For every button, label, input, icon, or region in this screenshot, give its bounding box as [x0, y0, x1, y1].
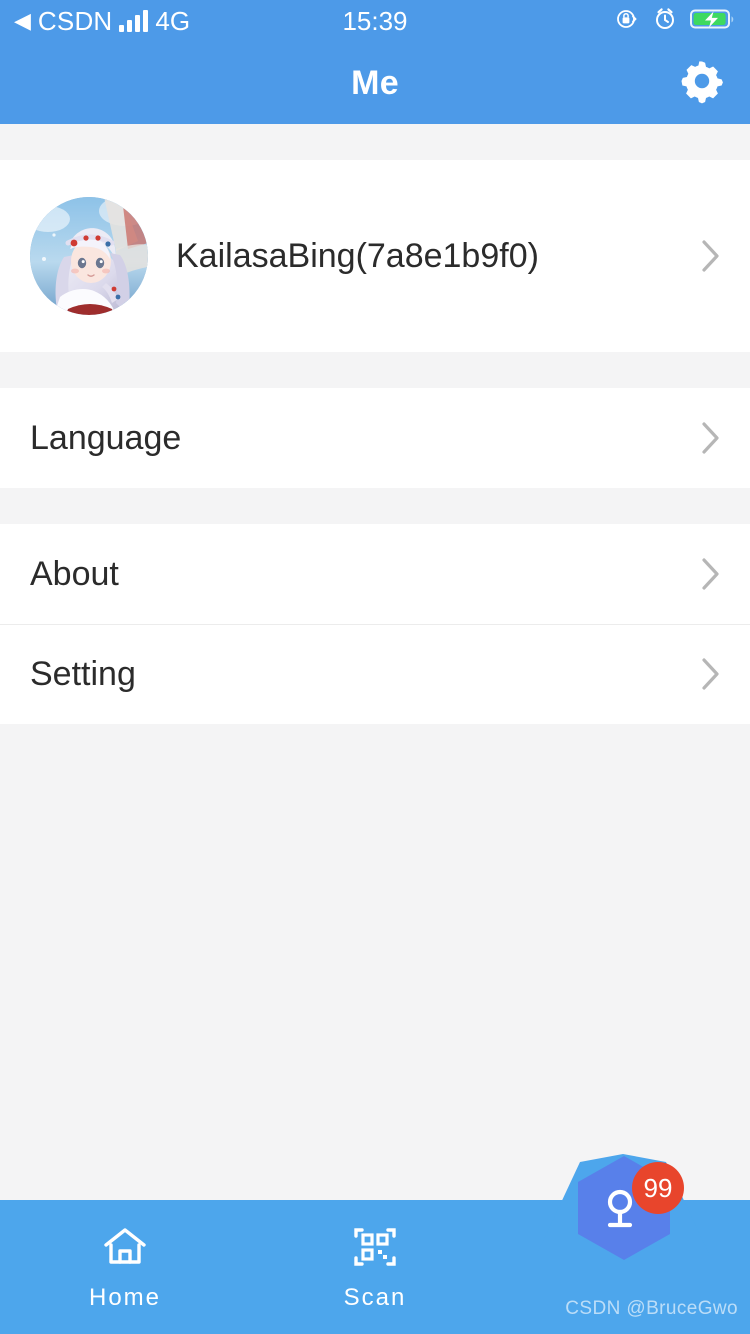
- status-bar: ◀ CSDN 4G 15:39: [0, 0, 750, 42]
- chevron-right-icon: [700, 420, 722, 456]
- tab-label: Scan: [343, 1284, 407, 1311]
- menu-item-label: Language: [30, 418, 182, 457]
- page-title: Me: [351, 63, 399, 102]
- qr-scan-icon: [350, 1222, 400, 1272]
- gear-icon: [679, 58, 725, 109]
- menu-item-language[interactable]: Language: [0, 388, 750, 488]
- battery-charging-icon: [690, 6, 736, 37]
- watermark-text: CSDN @BruceGwo: [565, 1298, 738, 1319]
- tab-label: Home: [88, 1284, 162, 1311]
- menu-group-2: About Setting: [0, 524, 750, 724]
- navigation-bar: Me: [0, 42, 750, 124]
- status-bar-left: ◀ CSDN 4G: [14, 6, 190, 37]
- chevron-right-icon: [700, 238, 722, 274]
- section-gap-2: [0, 488, 750, 524]
- carrier-label: CSDN: [37, 5, 113, 36]
- user-avatar-anime: [30, 197, 148, 315]
- phone-screen: ◀ CSDN 4G 15:39 Me KailasaBing(7a8e1b9f0…: [0, 0, 750, 1334]
- status-bar-right: [614, 6, 736, 37]
- tab-items: Home Scan: [0, 1200, 500, 1334]
- back-arrow-icon[interactable]: ◀: [14, 10, 31, 32]
- settings-button[interactable]: [676, 57, 728, 109]
- menu-item-label: About: [30, 554, 119, 593]
- tab-home[interactable]: Home: [0, 1200, 250, 1334]
- menu-group-1: Language: [0, 388, 750, 488]
- section-gap-1: [0, 352, 750, 388]
- content-area: KailasaBing(7a8e1b9f0) Language About Se…: [0, 124, 750, 1200]
- section-gap-top: [0, 124, 750, 160]
- profile-row[interactable]: KailasaBing(7a8e1b9f0): [0, 160, 750, 352]
- alarm-clock-icon: [652, 6, 678, 37]
- bottom-tab-bar: Home Scan 99 CSDN @BruceGwo: [0, 1154, 750, 1334]
- rotation-lock-icon: [614, 6, 640, 37]
- tab-scan[interactable]: Scan: [250, 1200, 500, 1334]
- menu-item-label: Setting: [30, 654, 136, 693]
- avatar: [30, 197, 148, 315]
- profile-card: KailasaBing(7a8e1b9f0): [0, 160, 750, 352]
- chevron-right-icon: [700, 656, 722, 692]
- chevron-right-icon: [700, 556, 722, 592]
- floating-action-button[interactable]: 99: [578, 1156, 684, 1260]
- network-type-label: 4G: [155, 5, 191, 36]
- menu-item-setting[interactable]: Setting: [0, 624, 750, 724]
- notification-badge: 99: [632, 1162, 684, 1214]
- menu-item-about[interactable]: About: [0, 524, 750, 624]
- home-icon: [100, 1222, 150, 1272]
- signal-bars-icon: [119, 10, 149, 32]
- profile-name: KailasaBing(7a8e1b9f0): [176, 236, 539, 275]
